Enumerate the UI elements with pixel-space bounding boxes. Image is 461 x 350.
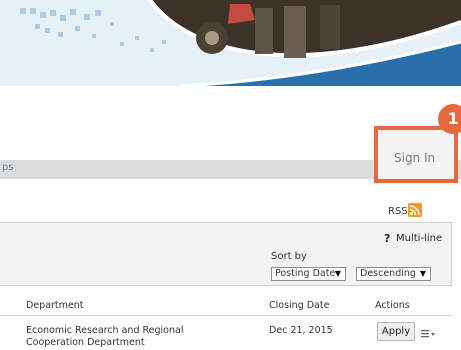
department-cell: Economic Research and Regional Cooperati… — [26, 325, 184, 348]
sort-order-select[interactable]: Descending ▼ — [356, 267, 431, 281]
sort-field-select[interactable]: Posting Date ▼ — [271, 267, 346, 281]
signin-highlight: Sign In — [374, 126, 458, 183]
hero-image — [0, 0, 461, 86]
sort-order-value: Descending — [360, 268, 416, 279]
sort-field-value: Posting Date — [275, 268, 336, 279]
table-divider — [0, 315, 452, 316]
signin-button[interactable]: Sign In — [394, 146, 454, 170]
chevron-down-icon: ▼ — [334, 269, 341, 278]
nav-link-partial[interactable]: ps — [2, 162, 14, 173]
rss-icon[interactable] — [408, 203, 422, 217]
column-header-actions: Actions — [375, 300, 410, 311]
step-badge: 1 — [438, 104, 461, 134]
help-icon[interactable]: ? — [384, 232, 390, 245]
column-header-closing-date: Closing Date — [269, 300, 330, 311]
multiline-toggle[interactable]: Multi-line — [396, 233, 442, 244]
list-menu-icon[interactable] — [420, 325, 436, 338]
hero-banner — [0, 0, 461, 86]
filter-panel: ? Multi-line Sort by Posting Date ▼ Desc… — [0, 222, 452, 286]
sort-by-label: Sort by — [271, 251, 307, 262]
column-header-department: Department — [26, 300, 84, 311]
chevron-down-icon: ▼ — [419, 269, 426, 278]
closing-date-cell: Dec 21, 2015 — [269, 325, 333, 336]
apply-button[interactable]: Apply — [377, 322, 415, 341]
